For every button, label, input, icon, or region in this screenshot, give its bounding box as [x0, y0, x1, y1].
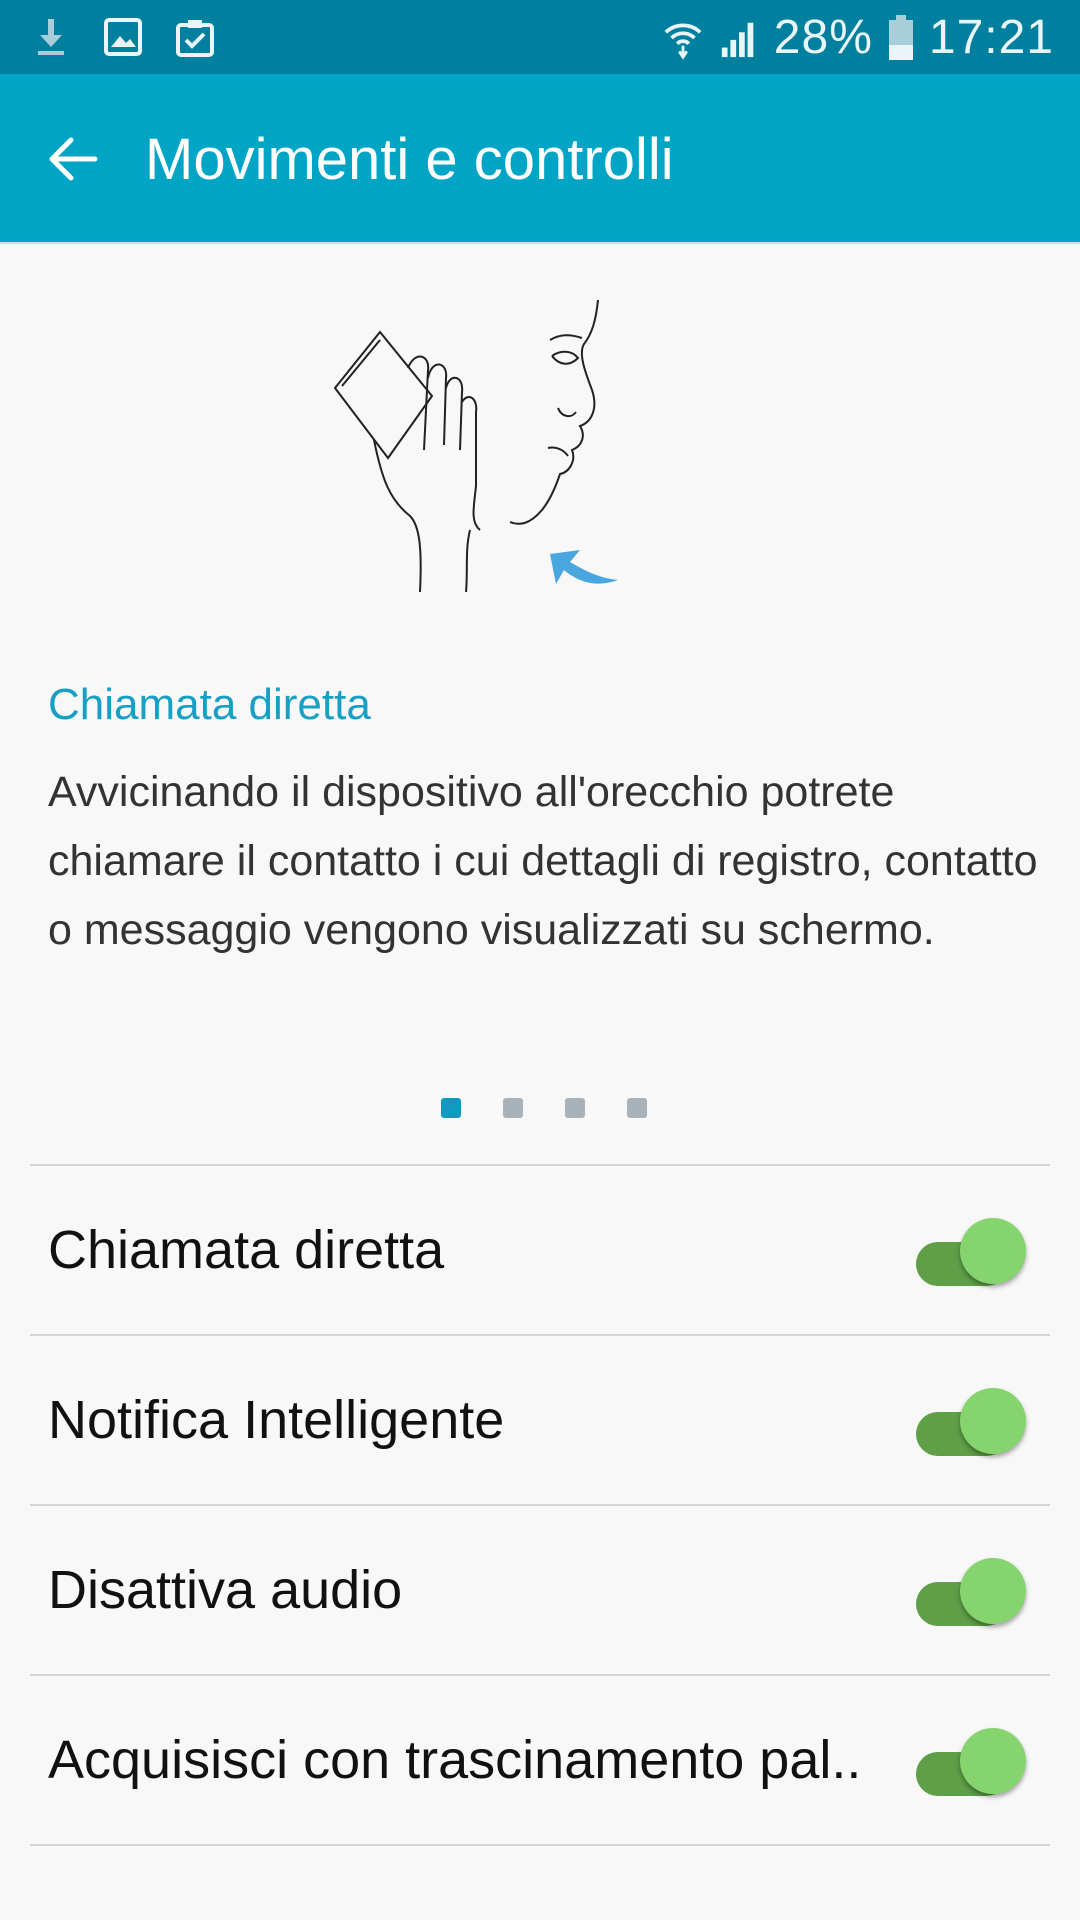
- tutorial-title: Chiamata diretta: [48, 680, 371, 729]
- page-dot-4[interactable]: [627, 1098, 647, 1118]
- app-bar: Movimenti e controlli: [0, 74, 1080, 244]
- image-icon: [102, 16, 144, 58]
- clock: 17:21: [928, 11, 1054, 64]
- setting-label: Notifica Intelligente: [48, 1390, 505, 1450]
- setting-row-disattiva-audio[interactable]: Disattiva audio: [30, 1504, 1050, 1674]
- chiamata-diretta-toggle[interactable]: [910, 1218, 1026, 1288]
- toggle-thumb: [960, 1728, 1026, 1794]
- setting-label: Acquisisci con trascinamento pal..: [48, 1730, 862, 1790]
- setting-label: Chiamata diretta: [48, 1220, 445, 1280]
- signal-icon: [718, 17, 760, 59]
- tutorial-description: Avvicinando il dispositivo all'orecchio …: [48, 768, 1038, 954]
- acquisisci-palmo-toggle[interactable]: [910, 1728, 1026, 1798]
- setting-row-chiamata-diretta[interactable]: Chiamata diretta: [30, 1164, 1050, 1334]
- disattiva-audio-toggle[interactable]: [910, 1558, 1026, 1628]
- setting-row-acquisisci-palmo[interactable]: Acquisisci con trascinamento pal..: [30, 1674, 1050, 1846]
- page-dot-2[interactable]: [503, 1098, 523, 1118]
- wifi-icon: [662, 17, 704, 60]
- battery-percentage: 28%: [773, 11, 873, 64]
- toggle-thumb: [960, 1558, 1026, 1624]
- page-dot-1[interactable]: [441, 1098, 461, 1118]
- hand-phone-to-ear-illustration: [320, 299, 620, 600]
- toggle-thumb: [960, 1388, 1026, 1454]
- notifica-intelligente-toggle[interactable]: [910, 1388, 1026, 1458]
- page-indicator: [0, 1098, 1080, 1118]
- settings-list: Chiamata diretta Notifica Intelligente D…: [30, 1164, 1050, 1846]
- page-title: Movimenti e controlli: [145, 127, 674, 192]
- toggle-thumb: [960, 1218, 1026, 1284]
- arrow-back-icon: [49, 137, 98, 181]
- back-button[interactable]: [38, 124, 108, 194]
- arrow-hint-icon: [550, 550, 618, 584]
- battery-icon: [887, 14, 915, 60]
- clipboard-check-icon: [174, 16, 216, 58]
- download-icon: [30, 16, 72, 58]
- status-bar: 28% 17:21: [0, 0, 1080, 74]
- page-dot-3[interactable]: [565, 1098, 585, 1118]
- setting-row-notifica-intelligente[interactable]: Notifica Intelligente: [30, 1334, 1050, 1504]
- setting-label: Disattiva audio: [48, 1560, 403, 1620]
